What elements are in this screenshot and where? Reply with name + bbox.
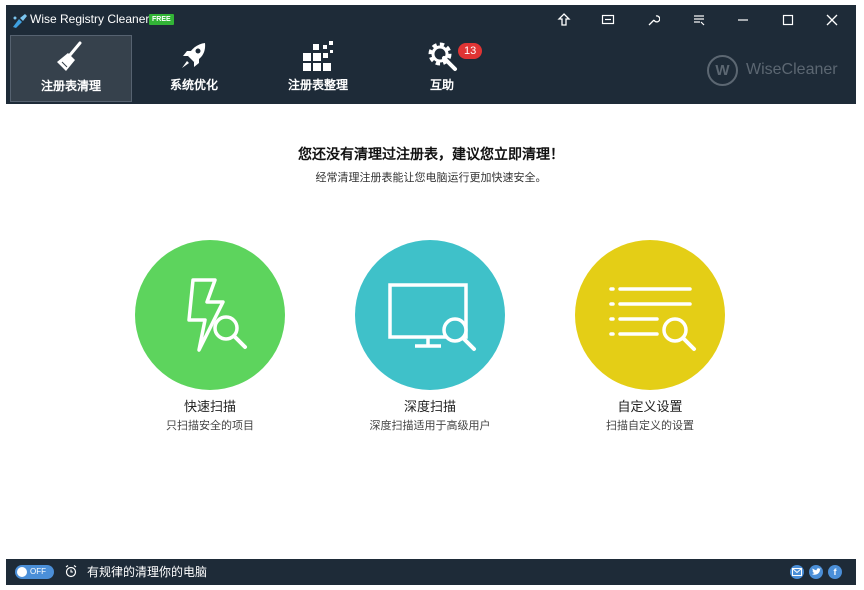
tab-label: 注册表清理 [40, 79, 101, 93]
subline: 经常清理注册表能让您电脑运行更加快速安全。 [315, 171, 547, 184]
tab-mutual-help[interactable]: 互助 [382, 35, 502, 100]
alarm-clock-icon [65, 565, 77, 578]
tab-registry-cleaner[interactable]: 注册表清理 [10, 35, 132, 102]
tools-icon[interactable] [642, 9, 664, 31]
tab-label: 系统优化 [169, 78, 218, 92]
deep-scan-title: 深度扫描 [403, 400, 456, 415]
headline: 您还没有清理过注册表，建议您立即清理！ [298, 147, 564, 163]
brand-letter: W [707, 55, 738, 86]
toggle-knob [17, 567, 27, 577]
tab-system-optimize[interactable]: 系统优化 [134, 35, 254, 100]
app-title: Wise Registry Cleaner 9 [30, 12, 160, 26]
tab-label: 注册表整理 [287, 78, 348, 92]
gear-wrench-icon [382, 39, 502, 73]
custom-settings-title: 自定义设置 [617, 400, 683, 415]
quick-scan-button[interactable] [135, 240, 285, 390]
status-bar: OFF 有规律的清理你的电脑 f [6, 559, 856, 585]
facebook-icon[interactable]: f [828, 565, 842, 579]
twitter-icon[interactable] [809, 565, 823, 579]
deep-scan-subtitle: 深度扫描适用于高级用户 [369, 419, 491, 432]
brand-name: WiseCleaner [746, 61, 838, 78]
custom-settings-subtitle: 扫描自定义的设置 [606, 419, 694, 432]
quick-scan-title: 快速扫描 [183, 400, 236, 415]
maximize-icon[interactable] [777, 9, 799, 31]
quick-scan-subtitle: 只扫描安全的项目 [166, 419, 254, 432]
mail-icon[interactable] [790, 565, 804, 579]
feedback-icon[interactable] [597, 9, 619, 31]
tab-registry-defrag[interactable]: 注册表整理 [258, 35, 378, 100]
app-window: Wise Registry Cleaner 9 FREE 注册表清理 系统优化 … [6, 5, 856, 585]
toggle-text: OFF [30, 567, 46, 576]
lightning-search-icon [187, 278, 247, 352]
title-bar: Wise Registry Cleaner 9 FREE 注册表清理 系统优化 … [6, 5, 856, 104]
tab-label: 互助 [429, 78, 454, 92]
free-badge: FREE [149, 14, 174, 25]
upgrade-icon[interactable] [553, 9, 575, 31]
monitor-search-icon [388, 283, 476, 351]
close-icon[interactable] [821, 9, 843, 31]
blocks-icon [258, 39, 378, 73]
notification-badge: 13 [458, 43, 483, 59]
schedule-text: 有规律的清理你的电脑 [87, 565, 208, 579]
menu-icon[interactable] [688, 9, 710, 31]
schedule-toggle[interactable]: OFF [15, 565, 54, 579]
deep-scan-button[interactable] [355, 240, 505, 390]
custom-settings-button[interactable] [575, 240, 725, 390]
broom-icon [11, 40, 131, 74]
list-search-icon [609, 287, 696, 351]
minimize-icon[interactable] [732, 9, 754, 31]
rocket-icon [134, 39, 254, 73]
app-logo-icon [13, 14, 27, 28]
